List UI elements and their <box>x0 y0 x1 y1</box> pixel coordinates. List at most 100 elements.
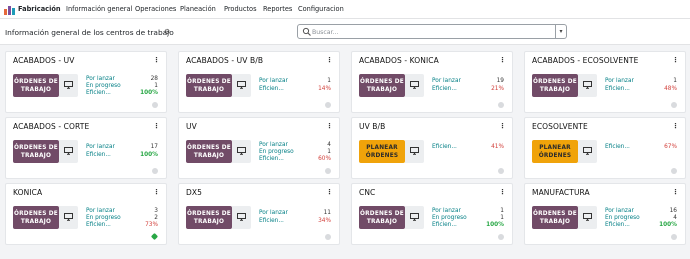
work-center-view-button[interactable] <box>578 74 597 97</box>
stat-value[interactable]: 34% <box>318 218 331 224</box>
stat-label[interactable]: Por lanzar <box>432 208 461 214</box>
status-indicator[interactable] <box>671 234 677 240</box>
work-center-view-button[interactable] <box>578 206 597 229</box>
menu-planeacion[interactable]: Planeación <box>180 5 216 13</box>
stat-label[interactable]: En progreso <box>605 215 640 221</box>
stat-label[interactable]: Eficien... <box>432 86 457 92</box>
card-menu-icon[interactable]: ⋮ <box>326 188 333 196</box>
menu-operaciones[interactable]: Operaciones <box>135 5 176 13</box>
status-indicator[interactable] <box>325 234 331 240</box>
status-indicator[interactable] <box>498 102 504 108</box>
menu-reportes[interactable]: Reportes <box>263 5 292 13</box>
workcenter-name[interactable]: DX5 <box>186 188 202 197</box>
search-options-toggle[interactable]: ▾ <box>555 25 566 38</box>
workorders-button[interactable]: PLANEAR ÓRDENES <box>359 140 405 163</box>
stat-label[interactable]: Eficien... <box>259 156 284 162</box>
status-indicator[interactable] <box>671 168 677 174</box>
stat-value[interactable]: 60% <box>318 156 331 162</box>
stat-value[interactable]: 17 <box>151 144 158 150</box>
menu-productos[interactable]: Productos <box>224 5 257 13</box>
workorders-button[interactable]: ÓRDENES DE TRABAJO <box>532 74 578 97</box>
stat-value[interactable]: 1 <box>327 149 331 155</box>
workorders-button[interactable]: ÓRDENES DE TRABAJO <box>532 206 578 229</box>
menu-configuracion[interactable]: Configuracion <box>298 5 344 13</box>
stat-value[interactable]: 1 <box>154 83 158 89</box>
workorders-button[interactable]: ÓRDENES DE TRABAJO <box>13 140 59 163</box>
gear-icon[interactable]: ⚙ <box>164 28 170 36</box>
stat-label[interactable]: Por lanzar <box>259 142 288 148</box>
card-menu-icon[interactable]: ⋮ <box>499 56 506 64</box>
stat-value[interactable]: 1 <box>327 78 331 84</box>
card-menu-icon[interactable]: ⋮ <box>672 122 679 130</box>
stat-label[interactable]: Eficien... <box>605 86 630 92</box>
stat-value[interactable]: 1 <box>673 78 677 84</box>
stat-value[interactable]: 16 <box>670 208 677 214</box>
work-center-view-button[interactable] <box>578 140 597 163</box>
status-indicator[interactable] <box>152 102 158 108</box>
workorders-button[interactable]: ÓRDENES DE TRABAJO <box>13 74 59 97</box>
workcenter-name[interactable]: CNC <box>359 188 375 197</box>
work-center-view-button[interactable] <box>59 140 78 163</box>
status-indicator[interactable] <box>152 168 158 174</box>
status-indicator[interactable] <box>498 168 504 174</box>
workorders-button[interactable]: PLANEAR ÓRDENES <box>532 140 578 163</box>
workcenter-name[interactable]: UV <box>186 122 197 131</box>
stat-value[interactable]: 100% <box>140 90 158 96</box>
workorders-button[interactable]: ÓRDENES DE TRABAJO <box>359 74 405 97</box>
stat-label[interactable]: Eficien... <box>259 86 284 92</box>
workcenter-name[interactable]: ECOSOLVENTE <box>532 122 588 131</box>
stat-label[interactable]: Eficien... <box>432 144 457 150</box>
status-indicator[interactable] <box>325 102 331 108</box>
stat-label[interactable]: Eficien... <box>432 222 457 228</box>
stat-label[interactable]: Eficien... <box>605 222 630 228</box>
workcenter-name[interactable]: ACABADOS - UV B/B <box>186 56 263 65</box>
stat-label[interactable]: En progreso <box>259 149 294 155</box>
stat-label[interactable]: En progreso <box>432 215 467 221</box>
work-center-view-button[interactable] <box>232 74 251 97</box>
workcenter-name[interactable]: ACABADOS - ECOSOLVENTE <box>532 56 638 65</box>
card-menu-icon[interactable]: ⋮ <box>326 122 333 130</box>
stat-label[interactable]: Por lanzar <box>432 78 461 84</box>
stat-label[interactable]: En progreso <box>86 215 121 221</box>
workcenter-name[interactable]: ACABADOS - KONICA <box>359 56 439 65</box>
work-center-view-button[interactable] <box>405 206 424 229</box>
card-menu-icon[interactable]: ⋮ <box>153 188 160 196</box>
search-bar[interactable]: ▾ <box>297 24 567 39</box>
stat-value[interactable]: 4 <box>673 215 677 221</box>
card-menu-icon[interactable]: ⋮ <box>672 56 679 64</box>
stat-label[interactable]: Por lanzar <box>259 78 288 84</box>
stat-value[interactable]: 21% <box>491 86 504 92</box>
stat-value[interactable]: 28 <box>151 76 158 82</box>
workcenter-name[interactable]: UV B/B <box>359 122 385 131</box>
stat-value[interactable]: 4 <box>327 142 331 148</box>
stat-label[interactable]: Por lanzar <box>259 210 288 216</box>
search-input[interactable] <box>312 27 547 37</box>
stat-label[interactable]: Por lanzar <box>86 208 115 214</box>
work-center-view-button[interactable] <box>405 140 424 163</box>
work-center-view-button[interactable] <box>232 140 251 163</box>
workcenter-name[interactable]: MANUFACTURA <box>532 188 590 197</box>
workorders-button[interactable]: ÓRDENES DE TRABAJO <box>186 74 232 97</box>
stat-label[interactable]: Por lanzar <box>605 78 634 84</box>
work-center-view-button[interactable] <box>59 74 78 97</box>
stat-value[interactable]: 73% <box>145 222 158 228</box>
stat-value[interactable]: 1 <box>500 208 504 214</box>
stat-value[interactable]: 67% <box>664 144 677 150</box>
work-center-view-button[interactable] <box>405 74 424 97</box>
app-name[interactable]: Fabricación <box>18 5 61 13</box>
stat-value[interactable]: 14% <box>318 86 331 92</box>
stat-value[interactable]: 2 <box>154 215 158 221</box>
work-center-view-button[interactable] <box>232 206 251 229</box>
menu-informacion-general[interactable]: Información general <box>66 5 132 13</box>
stat-label[interactable]: Eficien... <box>86 90 111 96</box>
card-menu-icon[interactable]: ⋮ <box>153 56 160 64</box>
stat-label[interactable]: En progreso <box>86 83 121 89</box>
stat-value[interactable]: 48% <box>664 86 677 92</box>
status-indicator[interactable] <box>498 234 504 240</box>
stat-label[interactable]: Eficien... <box>259 218 284 224</box>
workorders-button[interactable]: ÓRDENES DE TRABAJO <box>186 206 232 229</box>
workcenter-name[interactable]: ACABADOS - CORTE <box>13 122 89 131</box>
stat-value[interactable]: 11 <box>324 210 331 216</box>
workorders-button[interactable]: ÓRDENES DE TRABAJO <box>186 140 232 163</box>
stat-value[interactable]: 3 <box>154 208 158 214</box>
